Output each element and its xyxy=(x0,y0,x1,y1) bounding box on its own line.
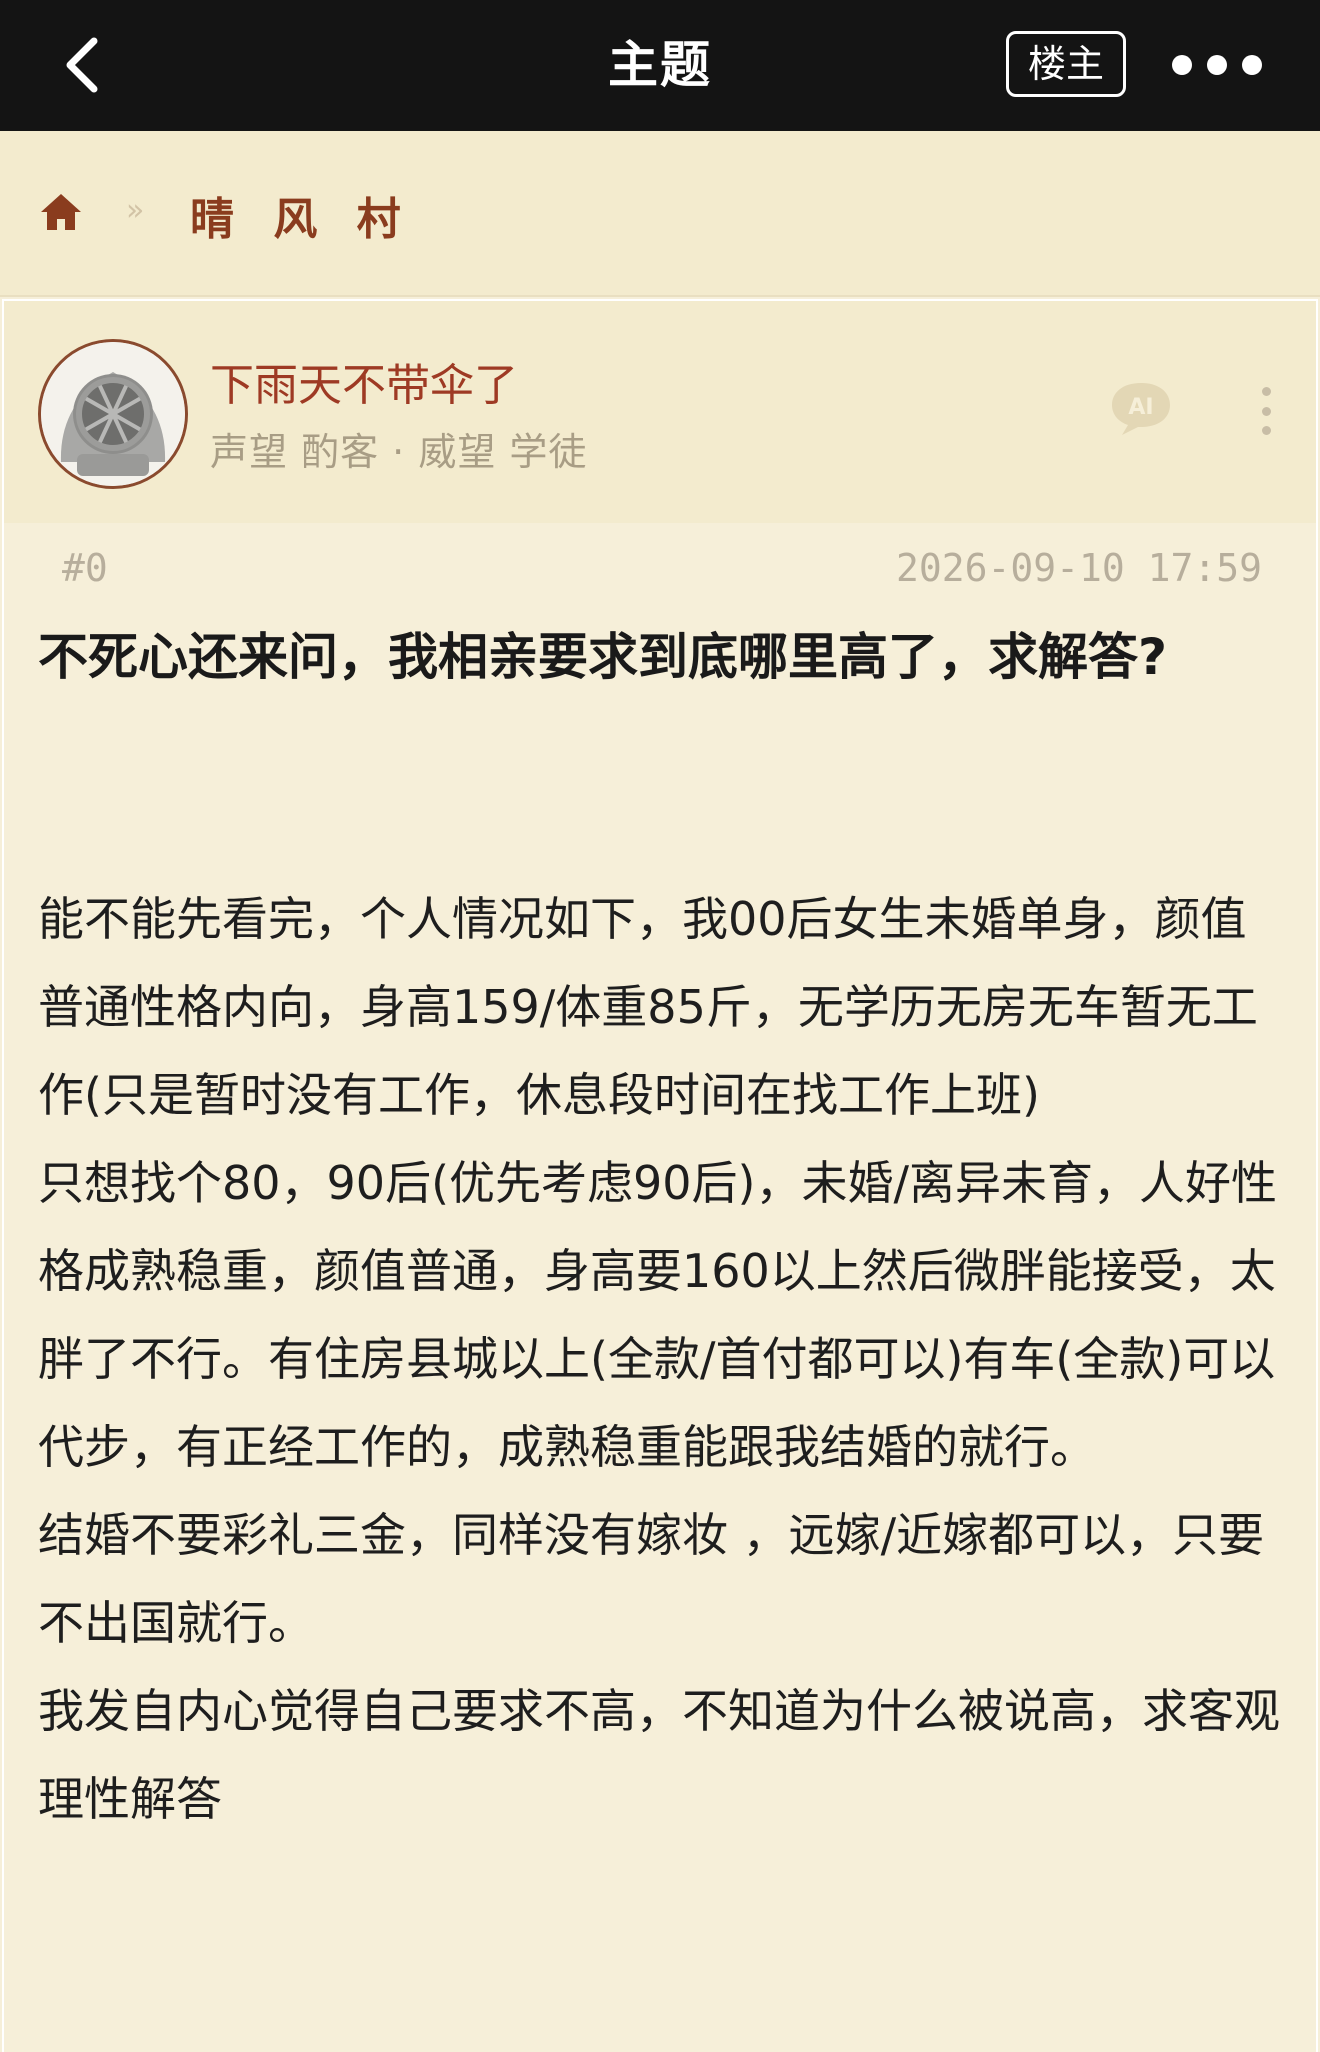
breadcrumb-separator: » xyxy=(126,193,145,228)
only-op-button[interactable]: 楼主 xyxy=(1006,31,1126,97)
floor-number: #0 xyxy=(62,546,108,590)
more-dots-icon xyxy=(1172,55,1192,75)
kebab-icon xyxy=(1261,426,1271,435)
post-menu-button[interactable] xyxy=(1254,387,1278,435)
post-paragraph: 只想找个80，90后(优先考虑90后)，未婚/离异未育，人好性格成熟稳重，颜值普… xyxy=(38,1156,1277,1474)
diving-helmet-avatar-icon xyxy=(41,342,185,486)
post-paragraph: 我发自内心觉得自己要求不高，不知道为什么被说高，求客观理性解答 xyxy=(38,1684,1280,1826)
breadcrumb-forum[interactable]: 晴 风 村 xyxy=(190,183,413,247)
top-bar: 主题 楼主 xyxy=(0,0,1320,131)
breadcrumb-home[interactable] xyxy=(38,189,84,235)
post: 下雨天不带伞了 声望 酌客 · 威望 学徒 AI #0 2026-09-10 1… xyxy=(2,299,1318,2052)
kebab-icon xyxy=(1261,406,1271,416)
post-title: 不死心还来问，我相亲要求到底哪里高了，求解答? xyxy=(38,628,1168,686)
author-reputation: 声望 酌客 · 威望 学徒 xyxy=(210,430,588,474)
kebab-icon xyxy=(1261,387,1271,396)
ai-button[interactable]: AI xyxy=(1108,379,1174,439)
author-name[interactable]: 下雨天不带伞了 xyxy=(210,349,518,413)
ai-bubble-icon: AI xyxy=(1112,383,1170,435)
author-bar: 下雨天不带伞了 声望 酌客 · 威望 学徒 AI xyxy=(4,301,1316,523)
post-timestamp: 2026-09-10 17:59 xyxy=(895,546,1262,590)
more-button[interactable] xyxy=(1172,40,1262,90)
post-body: 能不能先看完，个人情况如下，我00后女生未婚单身，颜值普通性格内向，身高159/… xyxy=(38,875,1288,1843)
post-paragraph: 能不能先看完，个人情况如下，我00后女生未婚单身，颜值普通性格内向，身高159/… xyxy=(38,892,1258,1122)
post-paragraph: 结婚不要彩礼三金，同样没有嫁妆 ，远嫁/近嫁都可以，只要不出国就行。 xyxy=(38,1508,1265,1650)
avatar[interactable] xyxy=(38,339,188,489)
svg-text:AI: AI xyxy=(1128,395,1153,420)
more-dots-icon xyxy=(1242,55,1262,75)
home-icon xyxy=(41,194,81,230)
more-dots-icon xyxy=(1207,55,1227,75)
breadcrumb: » 晴 风 村 xyxy=(0,131,1320,297)
